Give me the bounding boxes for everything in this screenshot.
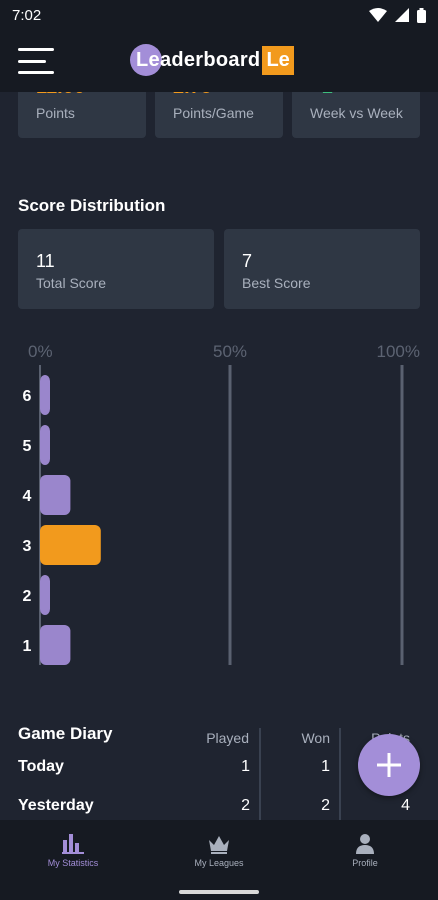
x-tick-label: 100% xyxy=(377,342,420,361)
diary-yesterday-played: 2 xyxy=(241,797,250,814)
home-indicator[interactable] xyxy=(179,890,259,894)
distribution-bar xyxy=(40,375,50,415)
score-distribution-chart: 0% 50% 100% 6 5 4 3 2 1 xyxy=(23,342,420,665)
diary-today-won: 1 xyxy=(321,758,330,775)
distribution-bar xyxy=(40,625,71,665)
x-tick-label: 50% xyxy=(213,342,247,361)
nav-profile[interactable]: Profile xyxy=(292,820,438,882)
game-diary-title: Game Diary xyxy=(18,724,113,743)
score-cards: 11 Total Score 7 Best Score xyxy=(18,229,420,309)
crown-icon xyxy=(209,836,229,854)
distribution-bar xyxy=(40,525,101,565)
nav-label-profile: Profile xyxy=(352,858,378,868)
category-label: 5 xyxy=(23,438,32,455)
battery-icon xyxy=(417,7,426,23)
category-label: 1 xyxy=(23,638,32,655)
status-bar: 7:02 xyxy=(0,0,438,30)
x-tick-label: 0% xyxy=(28,342,53,361)
status-time: 7:02 xyxy=(12,6,42,24)
category-label: 4 xyxy=(23,488,32,505)
diary-header-won: Won xyxy=(301,730,330,746)
diary-header-played: Played xyxy=(206,730,249,746)
grid-line xyxy=(400,365,404,665)
total-score-card: 11 Total Score xyxy=(18,229,214,309)
status-icons xyxy=(369,7,426,23)
nav-label-my-statistics: My Statistics xyxy=(47,858,99,868)
category-label: 6 xyxy=(23,388,32,405)
logo-suffix: Le xyxy=(262,45,294,75)
app-header: Leaderboard Le xyxy=(0,30,438,92)
diary-divider xyxy=(259,728,261,820)
points-per-game-label: Points/Game xyxy=(173,105,254,121)
add-game-button[interactable] xyxy=(358,734,420,796)
wifi-icon xyxy=(369,8,387,22)
diary-row-today-label: Today xyxy=(18,758,64,775)
nav-my-statistics[interactable]: My Statistics xyxy=(0,820,146,882)
week-vs-week-label: Week vs Week xyxy=(310,105,403,121)
diary-divider xyxy=(339,728,341,820)
nav-label-my-leagues: My Leagues xyxy=(194,858,244,868)
signal-icon xyxy=(395,8,409,22)
distribution-bar xyxy=(40,575,50,615)
bar-chart-icon xyxy=(62,834,84,854)
total-score-label: Total Score xyxy=(36,275,107,291)
person-icon xyxy=(356,834,374,854)
distribution-bar xyxy=(40,475,71,515)
best-score-card: 7 Best Score xyxy=(224,229,420,309)
grid-line xyxy=(228,365,232,665)
category-label: 2 xyxy=(23,588,32,605)
best-score-label: Best Score xyxy=(242,275,311,291)
best-score-value: 7 xyxy=(242,251,253,271)
category-label: 3 xyxy=(23,538,32,555)
score-distribution-title: Score Distribution xyxy=(18,196,166,215)
plus-icon xyxy=(377,753,401,777)
system-nav-bar xyxy=(0,882,438,900)
menu-icon[interactable] xyxy=(18,48,54,74)
nav-my-leagues[interactable]: My Leagues xyxy=(146,820,292,882)
points-label: Points xyxy=(36,105,75,121)
diary-yesterday-won: 2 xyxy=(321,797,330,814)
distribution-bar xyxy=(40,425,50,465)
diary-yesterday-points: 4 xyxy=(401,797,410,814)
total-score-value: 11 xyxy=(36,251,55,271)
logo-text: Leaderboard xyxy=(136,48,261,71)
diary-row-yesterday-label: Yesterday xyxy=(18,797,94,814)
app-logo: Leaderboard Le xyxy=(130,44,294,76)
diary-today-played: 1 xyxy=(241,758,250,775)
bottom-nav: My Statistics My Leagues Profile xyxy=(0,820,438,882)
